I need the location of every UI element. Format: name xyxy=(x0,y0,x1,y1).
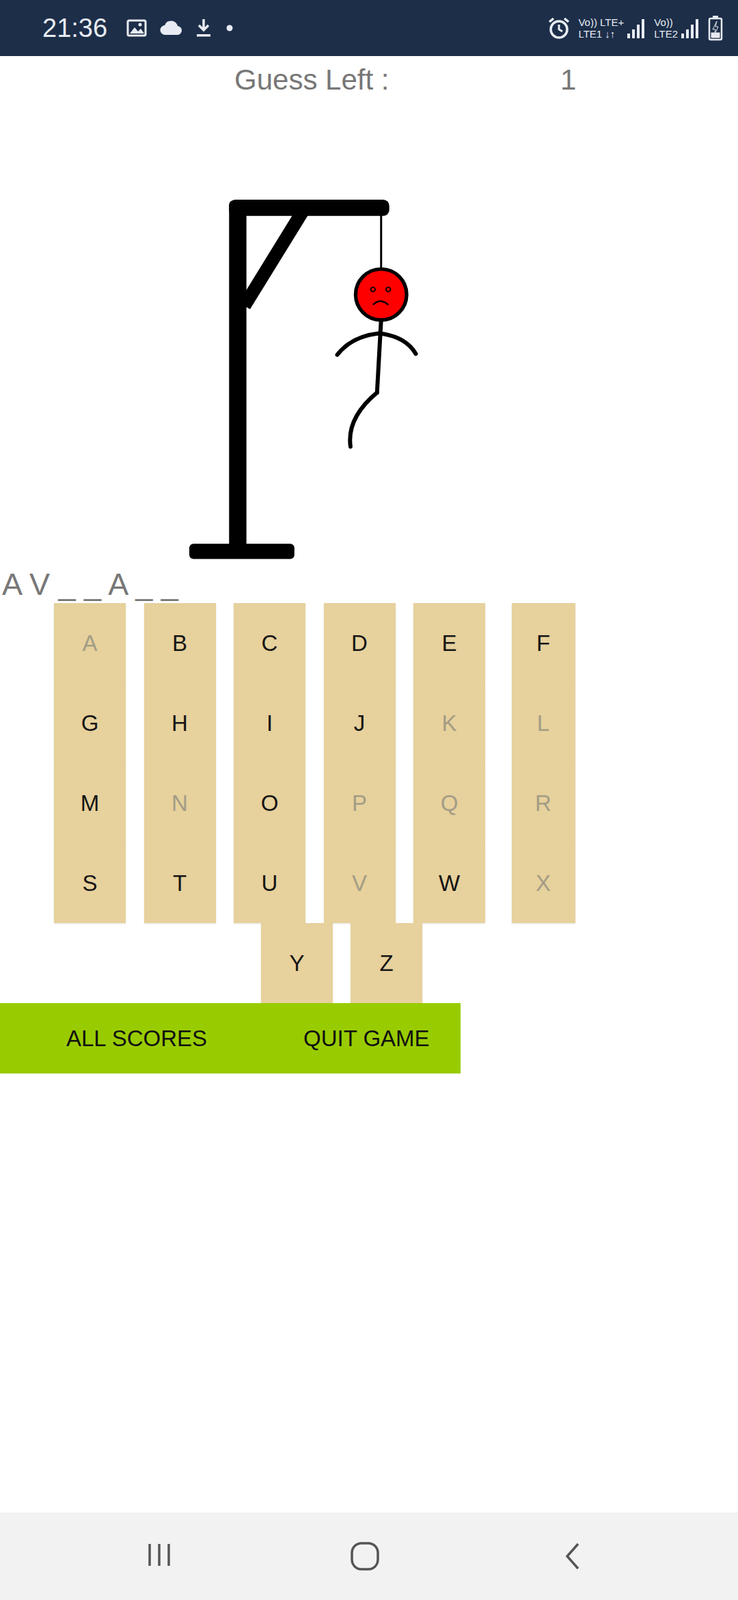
gallows-area xyxy=(0,193,738,566)
hangman-left-leg xyxy=(349,392,378,447)
letter-key: P xyxy=(323,762,396,843)
hangman-left-arm xyxy=(337,333,380,355)
letter-key[interactable]: J xyxy=(323,682,396,763)
gallows-figure xyxy=(183,193,423,566)
letter-key[interactable]: W xyxy=(413,842,486,923)
status-bar: 21:36Vo)) LTE+LTE1 ↓↑Vo))LTE2 xyxy=(0,0,738,57)
status-right: Vo)) LTE+LTE1 ↓↑Vo))LTE2 xyxy=(546,15,723,41)
back-icon xyxy=(558,1538,587,1572)
letter-key[interactable]: B xyxy=(144,602,216,683)
letter-key[interactable]: C xyxy=(233,602,306,683)
battery-icon xyxy=(707,15,723,41)
letter-key: A xyxy=(53,602,126,683)
letter-key[interactable]: U xyxy=(233,842,306,923)
secret-word: A V _ _ A _ _ xyxy=(0,565,738,603)
nav-button[interactable] xyxy=(144,1538,175,1572)
home-icon xyxy=(348,1538,382,1572)
network-label: LTE+ xyxy=(599,16,624,29)
status-left: 21:36 xyxy=(42,13,235,44)
recent-apps-icon xyxy=(144,1538,175,1569)
nav-button[interactable] xyxy=(348,1538,382,1575)
sim-indicator: Vo)) LTE+LTE1 ↓↑ xyxy=(578,16,648,40)
charging-bolt-icon xyxy=(712,21,719,36)
all-scores-button[interactable]: ALL SCORES xyxy=(0,1025,238,1051)
keyboard-last-row: YZ xyxy=(0,922,738,1003)
signal-icon xyxy=(680,17,702,39)
letter-key[interactable]: E xyxy=(413,602,486,683)
letter-key[interactable]: Z xyxy=(350,922,423,1003)
quit-game-button[interactable]: QUIT GAME xyxy=(237,1025,461,1051)
sim-slot-label: LTE1 xyxy=(578,28,603,40)
letter-key[interactable]: O xyxy=(233,762,306,843)
gap xyxy=(597,16,600,29)
letter-key: V xyxy=(323,842,396,923)
letter-key[interactable]: D xyxy=(323,602,396,683)
letter-key: X xyxy=(511,842,576,923)
letter-key[interactable]: Y xyxy=(261,922,333,1003)
action-bar: ALL SCORESQUIT GAME xyxy=(0,1002,461,1073)
letter-key: K xyxy=(413,682,486,763)
letter-key: Q xyxy=(413,762,486,843)
letter-key: R xyxy=(511,762,576,843)
volte-label: Vo)) xyxy=(653,16,674,29)
guesses-left-row: Guess Left :1 xyxy=(0,56,738,104)
hangman-head xyxy=(355,268,407,320)
letter-key[interactable]: S xyxy=(53,842,126,923)
empty-area xyxy=(0,1072,738,1512)
sim-slot-label: LTE2 xyxy=(653,28,678,40)
sim-text: Vo)) LTE+LTE1 ↓↑ xyxy=(578,16,624,40)
hangman-body xyxy=(377,319,382,393)
download-icon xyxy=(194,17,213,39)
cloud-icon xyxy=(159,19,183,37)
alarm-icon xyxy=(546,15,572,41)
keyboard: ABCDEF GHIJKL MNOPQR STUVWX xyxy=(0,602,738,923)
gap xyxy=(602,28,605,40)
guesses-left-label: Guess Left : xyxy=(234,63,561,97)
navigation-bar xyxy=(0,1511,738,1599)
notification-dot-icon xyxy=(224,23,235,33)
letter-key[interactable]: T xyxy=(144,842,216,923)
guesses-left-count: 1 xyxy=(560,63,577,97)
hangman-right-arm xyxy=(379,333,417,354)
letter-key[interactable]: F xyxy=(511,602,576,683)
letter-key[interactable]: G xyxy=(53,682,126,763)
letter-key[interactable]: H xyxy=(144,682,216,763)
signal-icon xyxy=(626,17,648,39)
letter-key[interactable]: M xyxy=(53,762,126,843)
sim-indicator: Vo))LTE2 xyxy=(653,16,702,40)
nav-button[interactable] xyxy=(558,1538,587,1575)
letter-key: N xyxy=(144,762,216,843)
letter-key: L xyxy=(511,682,576,763)
clock: 21:36 xyxy=(42,13,108,44)
letter-key[interactable]: I xyxy=(233,682,306,763)
gallery-icon xyxy=(126,18,147,38)
data-activity: ↓↑ xyxy=(604,28,615,40)
sim-text: Vo))LTE2 xyxy=(653,16,678,40)
volte-label: Vo)) xyxy=(578,16,598,29)
